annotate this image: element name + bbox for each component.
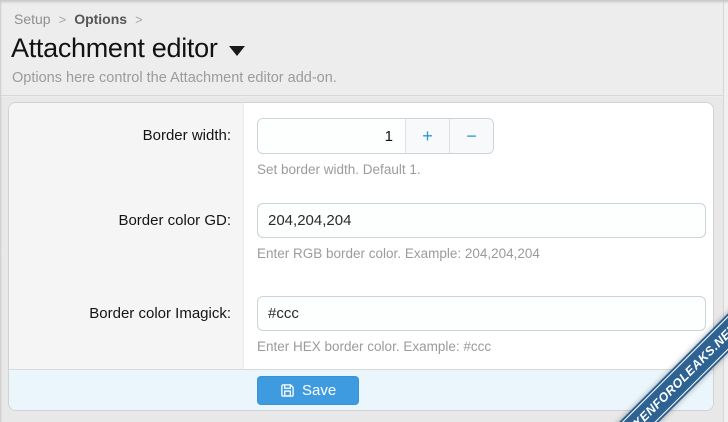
border-color-imagick-input[interactable] [257,296,706,331]
save-icon [280,383,295,398]
breadcrumb-link-setup[interactable]: Setup [14,11,51,27]
breadcrumb: Setup > Options > [14,11,151,27]
breadcrumb-separator-icon: > [135,12,143,27]
field-control-border-width: + − Set border width. Default 1. [244,103,713,188]
field-control-border-color-gd: Enter RGB border color. Example: 204,204… [244,188,713,281]
breadcrumb-separator-icon: > [59,12,67,27]
breadcrumb-link-options[interactable]: Options [74,11,127,27]
form-footer: Save [9,369,713,411]
field-hint-border-color-gd: Enter RGB border color. Example: 204,204… [257,246,706,261]
options-form-panel: Border width: + − Set border width. Defa… [8,102,714,411]
increment-button[interactable]: + [405,119,449,153]
left-edge-shadow [0,0,2,422]
save-button-label: Save [302,382,336,399]
form-row-border-width: Border width: + − Set border width. Defa… [9,103,713,188]
field-hint-border-width: Set border width. Default 1. [257,162,706,177]
field-label-border-width: Border width: [9,103,244,188]
chevron-down-icon[interactable] [229,46,245,56]
decrement-button[interactable]: − [449,119,493,153]
border-width-stepper: + − [257,118,494,154]
border-color-gd-input[interactable] [257,203,706,238]
field-hint-border-color-imagick: Enter HEX border color. Example: #ccc [257,339,706,354]
form-row-border-color-gd: Border color GD: Enter RGB border color.… [9,188,713,281]
field-label-border-color-gd: Border color GD: [9,188,244,281]
page-title: Attachment editor [11,33,245,64]
page-title-text: Attachment editor [11,33,218,64]
page-header: Setup > Options > Attachment editor Options… [0,0,728,96]
save-button[interactable]: Save [257,376,359,405]
field-control-border-color-imagick: Enter HEX border color. Example: #ccc [244,281,713,369]
border-width-input[interactable] [258,119,405,153]
content-area: Border width: + − Set border width. Defa… [0,97,728,422]
page-description: Options here control the Attachment edit… [12,70,337,86]
scrollbar-gutter [723,0,728,422]
form-row-border-color-imagick: Border color Imagick: Enter HEX border c… [9,281,713,369]
top-edge-shadow [0,0,728,4]
admin-options-page: Setup > Options > Attachment editor Options… [0,0,728,422]
field-label-border-color-imagick: Border color Imagick: [9,281,244,369]
